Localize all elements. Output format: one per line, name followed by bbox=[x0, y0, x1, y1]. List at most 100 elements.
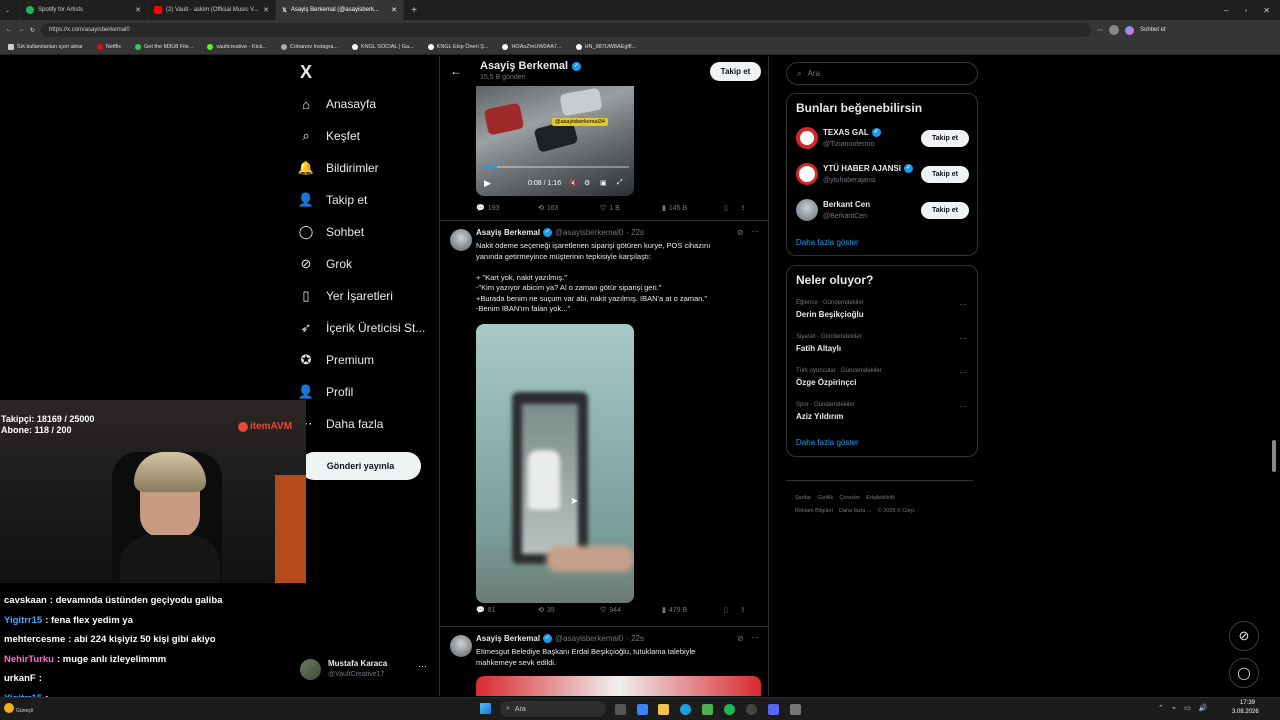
suggestion-name[interactable]: TEXAS GAL bbox=[823, 128, 869, 137]
reply-button[interactable]: 💬 193 bbox=[476, 204, 538, 213]
task-view-icon[interactable] bbox=[615, 704, 626, 715]
repost-button[interactable]: ⟲ 163 bbox=[538, 204, 600, 213]
close-tab-icon[interactable]: ✕ bbox=[135, 6, 141, 14]
network-icon[interactable]: ⌁ bbox=[1172, 704, 1176, 712]
spotify-icon[interactable] bbox=[724, 704, 735, 715]
bookmark-item[interactable]: KNGL SOCIAL | Ga... bbox=[352, 44, 414, 50]
url-field[interactable]: https://x.com/asayisberkemal0 bbox=[41, 23, 1092, 37]
nav-item-premium[interactable]: ✪ Premium bbox=[298, 352, 374, 368]
pip-icon[interactable]: ▣ bbox=[600, 179, 607, 187]
settings-icon[interactable]: ⚙ bbox=[584, 179, 590, 187]
post-button[interactable]: Gönderi yayınla bbox=[300, 452, 421, 480]
bookmark-icon[interactable]: ▯ bbox=[724, 606, 740, 614]
tab-menu-button[interactable]: ⌄ bbox=[0, 0, 20, 20]
nav-item-rocket[interactable]: ➶ İçerik Üreticisi St... bbox=[298, 320, 426, 336]
grok-float-button[interactable]: ⊘ bbox=[1229, 621, 1259, 651]
browser-tab-youtube[interactable]: (2) Vault - askim (Official Music V... ✕ bbox=[148, 0, 276, 20]
chat-username[interactable]: cavskaan bbox=[4, 595, 47, 606]
tweet[interactable]: Asayiş Berkemal ✓ @asayisberkemal0 · 22s… bbox=[440, 221, 768, 626]
more-icon[interactable]: ⋯ bbox=[959, 300, 967, 309]
search-input[interactable]: ⌕ Ara bbox=[786, 62, 978, 85]
footer-link[interactable]: Reklam Bilgileri bbox=[795, 508, 833, 514]
nav-item-more[interactable]: ⋯ Daha fazla bbox=[298, 416, 384, 432]
suggestion-name[interactable]: Berkant Cen bbox=[823, 200, 870, 209]
nav-item-chat[interactable]: ◯ Sohbet bbox=[298, 224, 364, 240]
more-icon[interactable]: ⋯ bbox=[418, 661, 427, 672]
obs-icon[interactable] bbox=[746, 704, 757, 715]
video-player[interactable]: @asayisberkemal34 ▶ 0:08 / 1:16 🔇 ⚙ ▣ ⤢ bbox=[476, 86, 634, 196]
suggestion-name[interactable]: YTÜ HABER AJANSI bbox=[823, 164, 901, 173]
clock-date[interactable]: 3.08.2026 bbox=[1232, 709, 1259, 715]
like-button[interactable]: ♡ 944 bbox=[600, 606, 662, 615]
footer-link[interactable]: Daha fazla ... bbox=[839, 508, 871, 514]
like-button[interactable]: ♡ 1 B bbox=[600, 204, 662, 213]
chat-username[interactable]: mehtercesme bbox=[4, 634, 65, 645]
bookmark-item[interactable]: Cobanov Instagra... bbox=[280, 44, 338, 50]
footer-link[interactable]: Çerezler bbox=[839, 495, 860, 501]
start-button[interactable] bbox=[480, 703, 491, 714]
share-icon[interactable]: ⇪ bbox=[740, 204, 746, 212]
nav-item-grok[interactable]: ⊘ Grok bbox=[298, 256, 352, 272]
chat-username[interactable]: NehirTurku bbox=[4, 654, 54, 665]
more-icon[interactable]: ⋯ bbox=[959, 368, 967, 377]
avatar[interactable] bbox=[796, 199, 818, 221]
bookmark-item[interactable]: HOAoZmUW0AA7... bbox=[502, 44, 562, 50]
follow-button[interactable]: Takip et bbox=[921, 130, 969, 147]
edge-icon[interactable] bbox=[680, 704, 691, 715]
battery-icon[interactable]: ▭ bbox=[1184, 704, 1191, 712]
grok-icon[interactable]: ⊘ bbox=[737, 634, 744, 643]
views-button[interactable]: ▮ 145 B bbox=[662, 204, 724, 213]
fullscreen-icon[interactable]: ⤢ bbox=[617, 179, 623, 187]
footer-link[interactable]: Erişilebilirlik bbox=[866, 495, 895, 501]
show-more-link[interactable]: Daha fazla göster bbox=[796, 438, 859, 447]
grok-icon[interactable]: ⊘ bbox=[737, 228, 744, 237]
nav-item-bookmark[interactable]: ▯ Yer İşaretleri bbox=[298, 288, 393, 304]
volume-icon[interactable]: 🔊 bbox=[1199, 704, 1208, 712]
reply-button[interactable]: 💬 81 bbox=[476, 606, 538, 615]
more-icon[interactable]: ⋯ bbox=[751, 227, 759, 236]
play-icon[interactable]: ▶ bbox=[484, 178, 491, 189]
more-icon[interactable]: ⋯ bbox=[959, 402, 967, 411]
trend-name[interactable]: Fatih Altaylı bbox=[796, 344, 841, 353]
widgets-icon[interactable] bbox=[637, 704, 648, 715]
footer-link[interactable]: Şartlar bbox=[795, 495, 811, 501]
browser-tab-spotify[interactable]: Spotify for Artists ✕ bbox=[20, 0, 148, 20]
tweet-image[interactable] bbox=[476, 676, 761, 696]
nav-item-profile[interactable]: 👤 Profil bbox=[298, 384, 353, 400]
bookmark-icon[interactable]: ▯ bbox=[724, 204, 740, 212]
trend-name[interactable]: Derin Beşikçioğlu bbox=[796, 310, 864, 319]
tray-icons[interactable]: ⌃ ⌁ ▭ 🔊 bbox=[1158, 704, 1207, 712]
minimize-icon[interactable]: – bbox=[1224, 6, 1228, 15]
tweet-author[interactable]: Asayiş Berkemal bbox=[476, 228, 540, 237]
nav-item-follow[interactable]: 👤 Takip et bbox=[298, 192, 367, 208]
profile-avatar-icon[interactable] bbox=[1109, 25, 1120, 35]
nav-item-search[interactable]: ⌕ Keşfet bbox=[298, 128, 360, 144]
bookmark-item[interactable]: Netflix bbox=[96, 44, 121, 50]
close-tab-icon[interactable]: ✕ bbox=[391, 6, 397, 14]
back-arrow-icon[interactable]: ← bbox=[450, 64, 462, 78]
show-more-link[interactable]: Daha fazla göster bbox=[796, 238, 859, 247]
repost-button[interactable]: ⟲ 35 bbox=[538, 606, 600, 615]
extensions-icon[interactable]: ⋯ bbox=[1097, 27, 1103, 34]
tweet-author[interactable]: Asayiş Berkemal bbox=[476, 634, 540, 643]
nav-item-bell[interactable]: 🔔 Bildirimler bbox=[298, 160, 379, 176]
share-icon[interactable]: ⇪ bbox=[740, 606, 746, 614]
chat-username[interactable]: urkanF bbox=[4, 673, 36, 684]
sohbet-button[interactable]: Sohbet et bbox=[1140, 27, 1166, 33]
video-player[interactable]: ➤ bbox=[476, 324, 634, 603]
new-tab-button[interactable]: + bbox=[404, 5, 424, 16]
chevron-up-icon[interactable]: ⌃ bbox=[1158, 704, 1164, 712]
follow-button[interactable]: Takip et bbox=[710, 62, 761, 81]
x-logo-icon[interactable]: X bbox=[300, 62, 312, 83]
bookmark-item[interactable]: Get the M3U8 File... bbox=[135, 44, 193, 50]
reload-icon[interactable]: ↻ bbox=[30, 27, 35, 34]
trend-name[interactable]: Aziz Yıldırım bbox=[796, 412, 843, 421]
follow-button[interactable]: Takip et bbox=[921, 202, 969, 219]
back-icon[interactable]: ← bbox=[6, 27, 12, 33]
account-switcher[interactable]: Mustafa Karaca @VaultCreative17 ⋯ bbox=[298, 656, 433, 684]
avatar[interactable] bbox=[796, 127, 818, 149]
file-explorer-icon[interactable] bbox=[658, 704, 669, 715]
taskbar-search[interactable]: ⌕ Ara bbox=[500, 701, 606, 717]
close-window-icon[interactable]: ✕ bbox=[1263, 6, 1270, 15]
messages-float-button[interactable]: ◯ bbox=[1229, 658, 1259, 688]
